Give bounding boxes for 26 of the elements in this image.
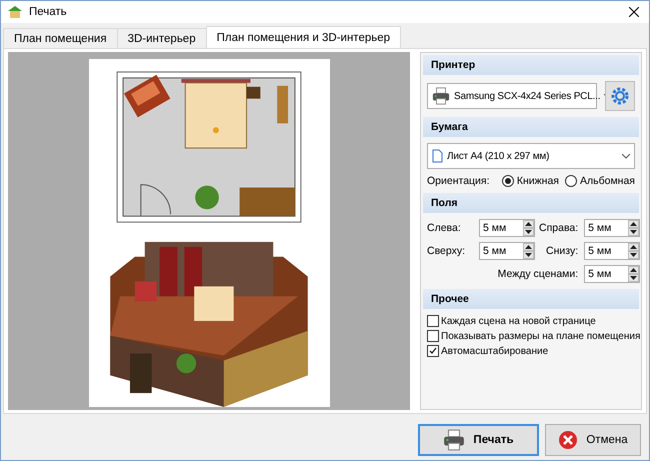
field-label: Справа: — [539, 222, 580, 234]
field-label: Сверху: — [427, 245, 466, 257]
cancel-button[interactable]: Отмена — [545, 424, 641, 456]
section-header: Принтер — [423, 55, 639, 75]
tab[interactable]: План помещения и 3D-интерьер — [206, 26, 402, 48]
paper-dropdown[interactable]: Лист A4 (210 x 297 мм) — [427, 143, 635, 169]
field-label: Между сценами: — [498, 268, 580, 280]
section-header: Поля — [423, 193, 639, 213]
section-header: Прочее — [423, 289, 639, 309]
section-header: Бумага — [423, 117, 639, 137]
window-title: Печать — [29, 6, 67, 18]
number-field[interactable]: 5 мм — [584, 242, 640, 260]
radio-label[interactable]: Книжная — [516, 175, 559, 187]
number-field[interactable]: 5 мм — [584, 219, 640, 237]
number-field[interactable]: 5 мм — [479, 242, 535, 260]
print-button[interactable]: Печать — [418, 424, 539, 456]
checkbox-label[interactable]: Показывать размеры на плане помещения — [441, 330, 640, 342]
checkbox-label[interactable]: Автомасштабирование — [441, 346, 548, 356]
number-field[interactable]: 5 мм — [584, 265, 640, 283]
radio-label[interactable]: Альбомная — [580, 175, 635, 187]
field-label: Слева: — [427, 222, 461, 234]
checkbox-label[interactable]: Каждая сцена на новой странице — [441, 316, 596, 326]
number-field[interactable]: 5 мм — [479, 219, 535, 237]
field-label: Ориентация: — [427, 175, 491, 187]
tab[interactable]: План помещения — [3, 28, 118, 48]
field-label: Снизу: — [546, 245, 580, 257]
